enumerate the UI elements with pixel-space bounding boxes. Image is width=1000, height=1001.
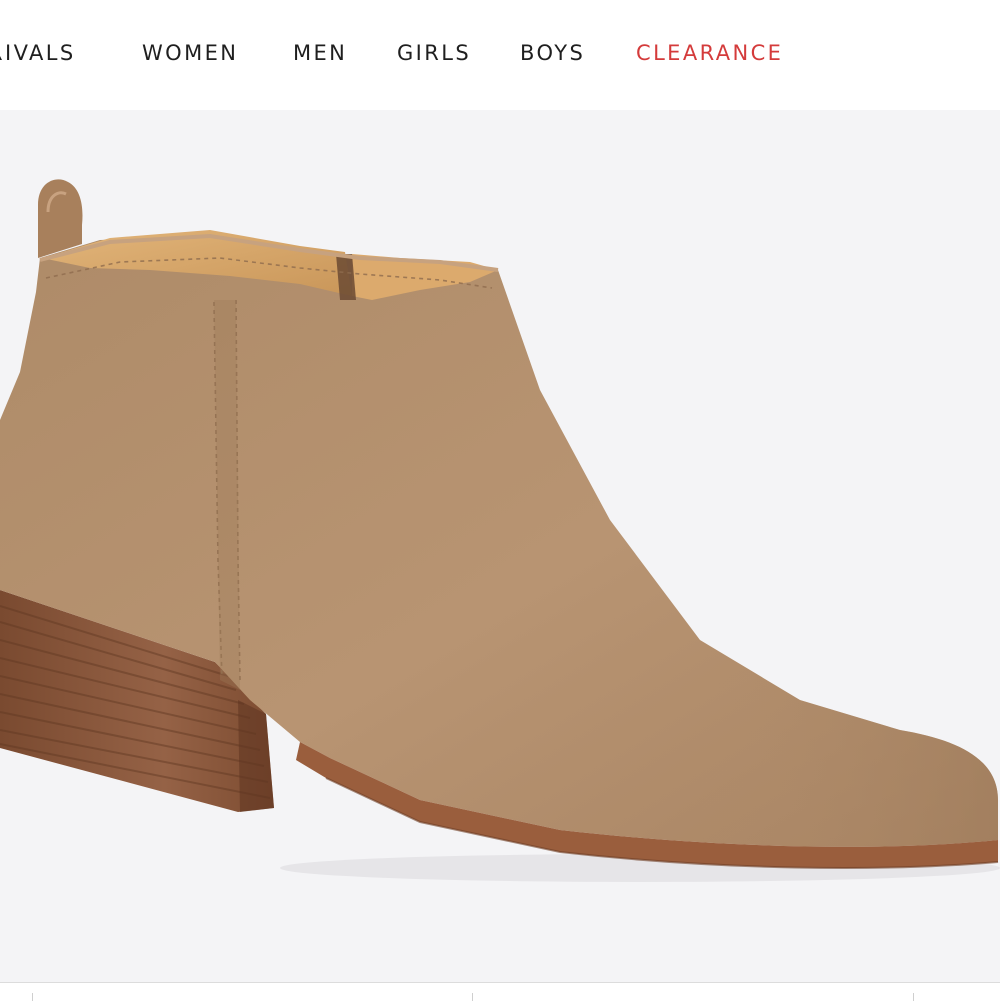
nav-item-boys[interactable]: BOYS (520, 38, 585, 68)
nav-item-men[interactable]: MEN (293, 38, 347, 68)
nav-item-clearance[interactable]: CLEARANCE (636, 38, 783, 68)
product-image-ankle-boot[interactable] (0, 110, 1000, 982)
bottom-panel-edge (0, 982, 1000, 1001)
nav-item-women[interactable]: WOMEN (142, 38, 238, 68)
nav-item-girls[interactable]: GIRLS (397, 38, 471, 68)
top-navigation: RIVALS WOMEN MEN GIRLS BOYS CLEARANCE (0, 0, 1000, 110)
nav-item-new-arrivals[interactable]: RIVALS (0, 38, 76, 68)
product-image-area (0, 110, 1000, 982)
